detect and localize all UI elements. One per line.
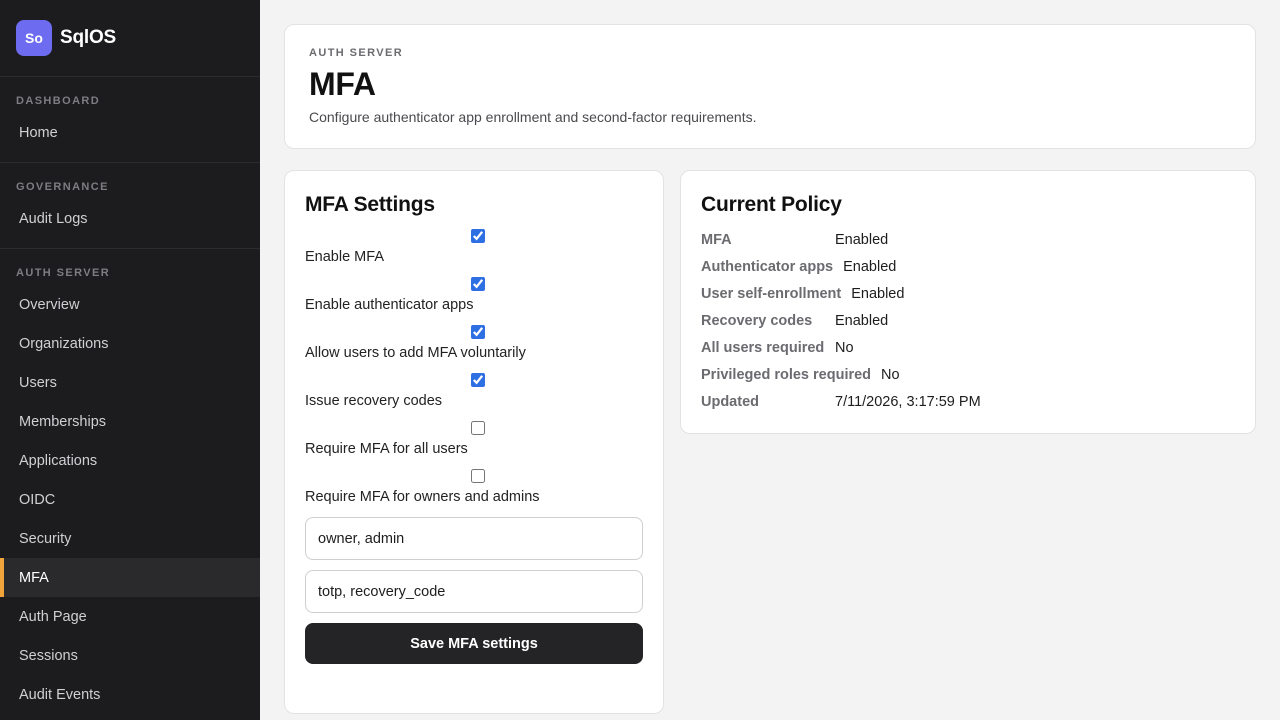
- option-issue-recovery-codes: Issue recovery codes: [305, 373, 643, 409]
- policy-key: MFA: [701, 231, 732, 248]
- settings-title: MFA Settings: [305, 193, 435, 216]
- sidebar-item-applications[interactable]: Applications: [0, 441, 260, 480]
- sidebar-item-organizations[interactable]: Organizations: [0, 324, 260, 363]
- option-enable-mfa: Enable MFA: [305, 229, 643, 265]
- section-title: DASHBOARD: [16, 95, 101, 107]
- nav-section-governance: GOVERNANCE Audit Logs: [0, 163, 260, 249]
- sidebar-item-security[interactable]: Security: [0, 519, 260, 558]
- issue-recovery-codes-checkbox[interactable]: [471, 373, 485, 387]
- sidebar-item-sessions[interactable]: Sessions: [0, 636, 260, 675]
- page-description: Configure authenticator app enrollment a…: [309, 109, 757, 125]
- policy-key: User self-enrollment: [701, 285, 842, 302]
- policy-list: MFA Enabled Authenticator apps Enabled U…: [701, 226, 1235, 415]
- enable-mfa-checkbox[interactable]: [471, 229, 485, 243]
- page-title: MFA: [309, 66, 376, 102]
- policy-row: Recovery codes Enabled: [701, 307, 1235, 334]
- policy-row: Authenticator apps Enabled: [701, 253, 1235, 280]
- policy-value: No: [881, 366, 900, 383]
- brand-name: SqlOS: [60, 27, 117, 48]
- option-require-owners-admins: Require MFA for owners and admins: [305, 469, 643, 505]
- sidebar-item-overview[interactable]: Overview: [0, 285, 260, 324]
- policy-row: All users required No: [701, 334, 1235, 361]
- sidebar-item-mfa[interactable]: MFA: [0, 558, 260, 597]
- option-allow-voluntary-mfa: Allow users to add MFA voluntarily: [305, 325, 643, 361]
- option-label: Allow users to add MFA voluntarily: [305, 345, 526, 361]
- settings-options: Enable MFA Enable authenticator apps All…: [305, 229, 643, 505]
- policy-value: Enabled: [835, 231, 889, 248]
- policy-title: Current Policy: [701, 193, 842, 216]
- policy-row: MFA Enabled: [701, 226, 1235, 253]
- require-owners-admins-checkbox[interactable]: [471, 469, 485, 483]
- policy-key: Authenticator apps: [701, 258, 834, 275]
- sidebar-item-home[interactable]: Home: [0, 113, 260, 152]
- policy-key: Privileged roles required: [701, 366, 872, 383]
- option-label: Enable MFA: [305, 249, 384, 265]
- option-label: Issue recovery codes: [305, 393, 443, 409]
- privileged-roles-input[interactable]: [305, 517, 643, 560]
- page-eyebrow: AUTH SERVER: [309, 47, 404, 59]
- sidebar: So SqlOS DASHBOARD Home GOVERNANCE Audit…: [0, 0, 260, 720]
- policy-value: 7/11/2026, 3:17:59 PM: [835, 393, 981, 410]
- sidebar-item-auth-page[interactable]: Auth Page: [0, 597, 260, 636]
- policy-row: Updated 7/11/2026, 3:17:59 PM: [701, 388, 1235, 415]
- option-label: Require MFA for owners and admins: [305, 489, 540, 505]
- policy-key: Recovery codes: [701, 312, 813, 329]
- require-all-users-checkbox[interactable]: [471, 421, 485, 435]
- policy-value: Enabled: [835, 312, 889, 329]
- enable-authenticator-apps-checkbox[interactable]: [471, 277, 485, 291]
- allow-voluntary-mfa-checkbox[interactable]: [471, 325, 485, 339]
- sidebar-item-memberships[interactable]: Memberships: [0, 402, 260, 441]
- policy-key: All users required: [701, 339, 825, 356]
- nav-section-dashboard: DASHBOARD Home: [0, 77, 260, 163]
- policy-value: No: [835, 339, 854, 356]
- option-label: Enable authenticator apps: [305, 297, 474, 313]
- section-title: AUTH SERVER: [16, 267, 111, 279]
- policy-row: Privileged roles required No: [701, 361, 1235, 388]
- policy-row: User self-enrollment Enabled: [701, 280, 1235, 307]
- policy-value: Enabled: [843, 258, 897, 275]
- page-header: AUTH SERVER MFA Configure authenticator …: [284, 24, 1256, 149]
- nav-section-auth-server: AUTH SERVER Overview Organizations Users…: [0, 249, 260, 720]
- brand[interactable]: So SqlOS: [0, 0, 260, 77]
- option-label: Require MFA for all users: [305, 441, 468, 457]
- sidebar-item-oidc[interactable]: OIDC: [0, 480, 260, 519]
- sidebar-item-audit-events[interactable]: Audit Events: [0, 675, 260, 714]
- section-title: GOVERNANCE: [16, 181, 109, 193]
- option-enable-authenticator-apps: Enable authenticator apps: [305, 277, 643, 313]
- policy-key: Updated: [701, 393, 759, 410]
- sidebar-item-users[interactable]: Users: [0, 363, 260, 402]
- save-mfa-settings-button[interactable]: Save MFA settings: [305, 623, 643, 664]
- sidebar-item-audit-logs[interactable]: Audit Logs: [0, 199, 260, 238]
- brand-logo: So: [16, 20, 52, 56]
- allowed-factors-input[interactable]: [305, 570, 643, 613]
- mfa-settings-card: MFA Settings Enable MFA Enable authentic…: [284, 170, 664, 714]
- option-require-all-users: Require MFA for all users: [305, 421, 643, 457]
- current-policy-card: Current Policy MFA Enabled Authenticator…: [680, 170, 1256, 434]
- policy-value: Enabled: [851, 285, 905, 302]
